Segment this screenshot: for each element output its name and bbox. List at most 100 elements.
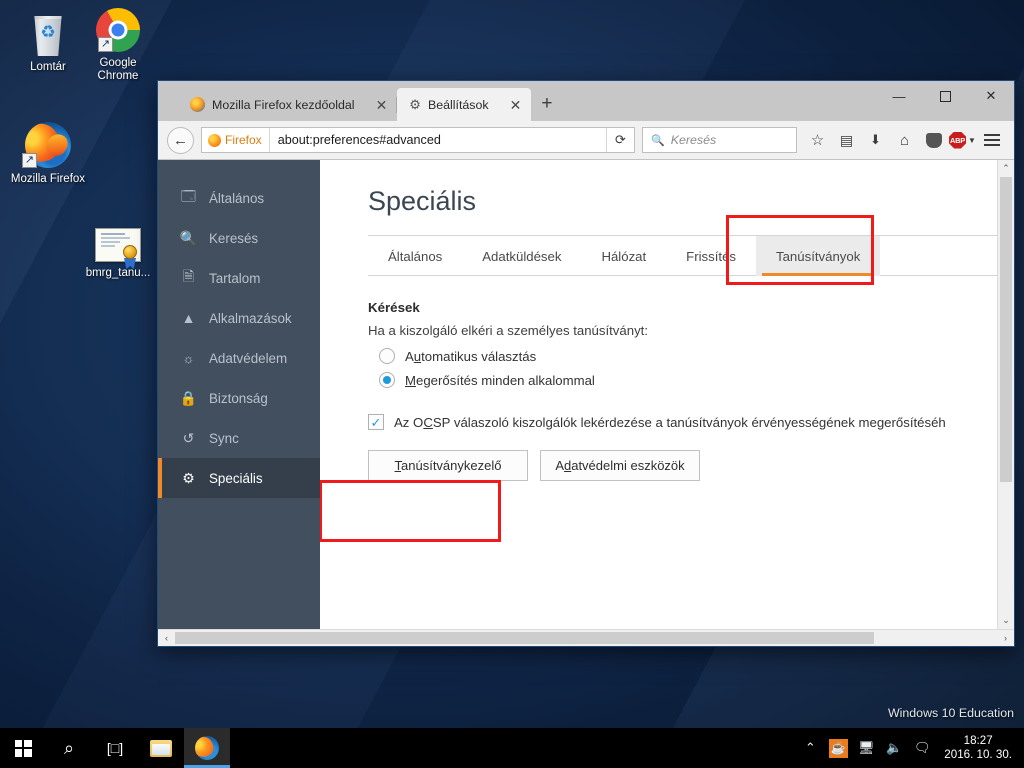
sidebar-item-advanced[interactable]: ⚙ Speciális — [158, 458, 320, 498]
page-title: Speciális — [368, 186, 477, 216]
button-label: Adatvédelmi eszközök — [555, 458, 685, 473]
url-bar[interactable]: Firefox about:preferences#advanced ⟳ — [201, 127, 635, 153]
section-title: Kérések — [368, 300, 420, 315]
radio-ask-every-time[interactable]: Megerősítés minden alkalommal — [368, 372, 1014, 388]
desktop-icon-mozilla-firefox[interactable]: ↗ Mozilla Firefox — [8, 120, 88, 186]
show-hidden-icons-button[interactable]: ⌃ — [796, 728, 824, 768]
scroll-up-icon[interactable]: ⌃ — [998, 160, 1014, 177]
scrollbar-track[interactable] — [175, 630, 997, 646]
window-controls: — ✕ — [876, 81, 1014, 121]
start-button[interactable] — [0, 728, 46, 768]
recycle-bin-icon: ♻ — [8, 8, 88, 56]
downloads-icon[interactable]: ⬇ — [862, 127, 889, 154]
new-tab-button[interactable]: + — [531, 94, 562, 121]
action-center-icon[interactable]: 🗨 — [908, 728, 936, 768]
file-explorer-button[interactable] — [138, 728, 184, 768]
bookmark-star-icon[interactable]: ☆ — [804, 127, 831, 154]
tab-altalanos[interactable]: Általános — [368, 236, 462, 276]
desktop-icon-recycle-bin[interactable]: ♻ Lomtár — [8, 8, 88, 74]
sidebar-item-label: Biztonság — [209, 390, 268, 406]
applications-icon: ▲ — [181, 310, 196, 326]
file-explorer-icon — [150, 739, 172, 757]
tab-tanusitvanyok[interactable]: Tanúsítványok — [756, 236, 881, 276]
browser-tab-home[interactable]: Mozilla Firefox kezdőoldal ✕ — [178, 88, 398, 121]
sidebar-item-label: Speciális — [209, 470, 263, 486]
search-button[interactable]: ⌕ — [46, 728, 92, 768]
preferences-content: Speciális Általános Adatküldések Hálózat… — [320, 160, 1014, 629]
sidebar-item-applications[interactable]: ▲ Alkalmazások — [158, 298, 320, 338]
sidebar-item-sync[interactable]: ↺ Sync — [158, 418, 320, 458]
checkbox-label: Az OCSP válaszoló kiszolgálók lekérdezés… — [394, 414, 946, 430]
adblock-plus-icon[interactable]: ABP ▼ — [949, 127, 976, 154]
tab-title: Beállítások — [427, 97, 489, 112]
tab-adatkuldesek[interactable]: Adatküldések — [462, 236, 581, 276]
java-icon[interactable]: ☕ — [824, 728, 852, 768]
url-text[interactable]: about:preferences#advanced — [270, 133, 606, 147]
vertical-scrollbar[interactable]: ⌃ ⌄ — [997, 160, 1014, 629]
close-button[interactable]: ✕ — [968, 81, 1014, 111]
search-icon: 🔍 — [651, 134, 665, 147]
horizontal-scrollbar[interactable]: ‹ › — [158, 629, 1014, 646]
tab-title: Mozilla Firefox kezdőoldal — [212, 97, 355, 112]
desktop-icon-bmrg-certificate[interactable]: bmrg_tanu... — [78, 214, 158, 280]
security-devices-button[interactable]: Adatvédelmi eszközök — [540, 450, 700, 481]
scrollbar-track[interactable] — [998, 177, 1014, 612]
sidebar-item-search[interactable]: 🔍 Keresés — [158, 218, 320, 258]
scroll-left-icon[interactable]: ‹ — [158, 630, 175, 646]
general-icon: 🗔 — [180, 188, 197, 204]
home-icon[interactable]: ⌂ — [891, 127, 918, 154]
system-tray: ⌃ ☕ 🖥 🔈 🗨 18:27 2016. 10. 30. — [796, 728, 1024, 768]
sidebar-item-general[interactable]: 🗔 Általános — [158, 178, 320, 218]
network-icon[interactable]: 🖥 — [852, 728, 880, 768]
radio-button[interactable] — [379, 348, 395, 364]
maximize-button[interactable] — [922, 81, 968, 111]
sidebar-item-security[interactable]: 🔒 Biztonság — [158, 378, 320, 418]
library-icon[interactable]: ▤ — [833, 127, 860, 154]
tab-close-icon[interactable]: ✕ — [372, 96, 392, 114]
checkbox-ocsp[interactable]: ✓ Az OCSP válaszoló kiszolgálók lekérdez… — [368, 414, 1014, 430]
firefox-taskbar-button[interactable] — [184, 728, 230, 768]
chrome-icon: ↗ — [78, 4, 158, 52]
browser-tab-preferences[interactable]: ⚙ Beállítások ✕ — [397, 88, 532, 121]
tab-halozat[interactable]: Hálózat — [581, 236, 666, 276]
content-icon: 🗎 — [182, 268, 195, 284]
hamburger-lines — [983, 134, 1000, 146]
tab-frissites[interactable]: Frissítés — [666, 236, 756, 276]
firefox-taskbar-icon — [195, 736, 219, 760]
gear-favicon: ⚙ — [409, 97, 421, 112]
sidebar-item-label: Tartalom — [209, 270, 261, 286]
annotation-box-certificate-manager — [320, 480, 501, 542]
checkbox-input[interactable]: ✓ — [368, 414, 384, 430]
scrollbar-thumb[interactable] — [1000, 177, 1012, 482]
sidebar-item-content[interactable]: 🗎 Tartalom — [158, 258, 320, 298]
tab-close-icon[interactable]: ✕ — [506, 96, 526, 114]
search-placeholder: Keresés — [670, 133, 717, 147]
reload-icon[interactable]: ⟳ — [606, 128, 634, 152]
pocket-icon[interactable] — [920, 127, 947, 154]
radio-label: Automatikus választás — [405, 348, 537, 364]
radio-button[interactable] — [379, 372, 395, 388]
menu-icon[interactable] — [978, 127, 1005, 154]
scroll-down-icon[interactable]: ⌄ — [998, 612, 1014, 629]
advanced-icon: ⚙ — [182, 469, 195, 486]
action-center-glyph: 🗨 — [914, 740, 931, 755]
navigation-toolbar: ← Firefox about:preferences#advanced ⟳ 🔍… — [158, 121, 1014, 160]
sidebar-item-label: Alkalmazások — [209, 310, 292, 326]
sidebar-item-privacy[interactable]: ☼ Adatvédelem — [158, 338, 320, 378]
windows-logo-icon — [14, 739, 32, 757]
task-view-button[interactable]: [□] — [92, 728, 138, 768]
desktop-icon-google-chrome[interactable]: ↗ Google Chrome — [78, 4, 158, 83]
scroll-right-icon[interactable]: › — [997, 630, 1014, 646]
button-label: Tanúsítványkezelő — [394, 458, 502, 473]
back-button[interactable]: ← — [167, 126, 194, 154]
clock[interactable]: 18:27 2016. 10. 30. — [936, 734, 1024, 762]
scrollbar-thumb[interactable] — [175, 632, 874, 644]
minimize-button[interactable]: — — [876, 81, 922, 111]
search-bar[interactable]: 🔍 Keresés — [642, 127, 797, 153]
certificate-manager-button[interactable]: Tanúsítványkezelő — [368, 450, 528, 481]
identity-box[interactable]: Firefox — [202, 128, 270, 152]
radio-automatic-selection[interactable]: Automatikus választás — [368, 348, 1014, 364]
sync-icon: ↺ — [182, 429, 195, 446]
volume-icon[interactable]: 🔈 — [880, 728, 908, 768]
windows-edition-watermark: Windows 10 Education — [887, 706, 1014, 720]
